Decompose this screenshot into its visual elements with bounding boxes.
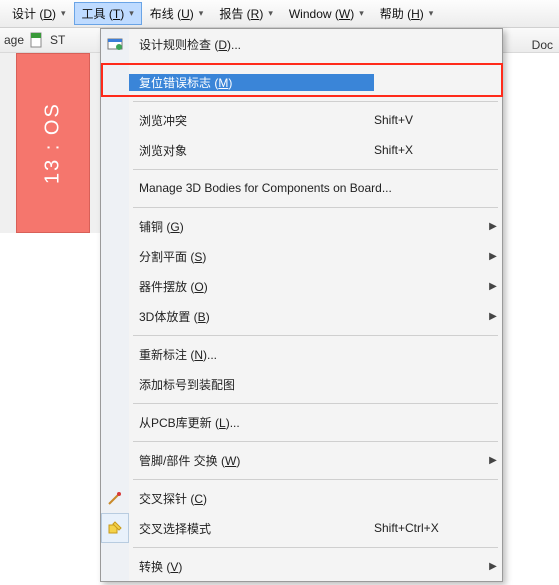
menu-help-label: 帮助 (H) xyxy=(380,5,424,22)
menu-shortcut: Shift+Ctrl+X xyxy=(374,521,484,535)
menu-item-cross-probe[interactable]: 交叉探针 (C) xyxy=(101,483,502,513)
menu-separator xyxy=(101,165,502,173)
caret-icon: ▾ xyxy=(268,8,273,19)
menu-tools-label: 工具 (T) xyxy=(82,5,125,22)
menu-shortcut: Shift+V xyxy=(374,113,484,127)
tab-doc[interactable]: Doc xyxy=(532,38,553,52)
menu-item-label: 分割平面 (S) xyxy=(139,248,206,265)
menu-item-label: 从PCB库更新 (L)... xyxy=(139,414,240,431)
menu-window-label: Window (W) xyxy=(289,7,354,21)
menu-window[interactable]: Window (W) ▾ xyxy=(281,4,372,24)
document-green-icon xyxy=(29,32,45,48)
menu-item-label: 转换 (V) xyxy=(139,558,182,575)
drc-icon xyxy=(101,29,129,59)
menu-separator xyxy=(101,59,502,67)
menu-shortcut: Shift+X xyxy=(374,143,484,157)
submenu-arrow-icon: ▶ xyxy=(484,281,502,292)
menu-design[interactable]: 设计 (D) ▾ xyxy=(4,2,74,25)
menu-item-label: 浏览对象 xyxy=(139,142,187,159)
cross-select-icon xyxy=(101,513,129,543)
menu-item-update-from-pcb-libs[interactable]: 从PCB库更新 (L)... xyxy=(101,407,502,437)
caret-icon: ▾ xyxy=(359,8,364,19)
menu-item-split-planes[interactable]: 分割平面 (S) ▶ xyxy=(101,241,502,271)
menu-item-reannotate[interactable]: 重新标注 (N)... xyxy=(101,339,502,369)
menu-item-label: 交叉探针 (C) xyxy=(139,490,207,507)
caret-icon: ▾ xyxy=(199,8,204,19)
menu-item-label: 添加标号到装配图 xyxy=(139,376,235,393)
menu-item-design-rule-check[interactable]: 设计规则检查 (D)... xyxy=(101,29,502,59)
menu-separator xyxy=(101,475,502,483)
submenu-arrow-icon: ▶ xyxy=(484,251,502,262)
menu-item-label: 设计规则检查 (D)... xyxy=(139,36,241,53)
menu-tools[interactable]: 工具 (T) ▾ xyxy=(74,2,142,25)
menu-route[interactable]: 布线 (U) ▾ xyxy=(142,2,212,25)
caret-icon: ▾ xyxy=(429,8,434,19)
menu-item-convert[interactable]: 转换 (V) ▶ xyxy=(101,551,502,581)
cross-probe-icon xyxy=(101,483,129,513)
tab-age[interactable]: age xyxy=(4,33,24,47)
menu-item-browse-objects[interactable]: 浏览对象 Shift+X xyxy=(101,135,502,165)
menu-item-cross-select-mode[interactable]: 交叉选择模式 Shift+Ctrl+X xyxy=(101,513,502,543)
menu-separator xyxy=(101,203,502,211)
menu-item-label: 器件摆放 (O) xyxy=(139,278,208,295)
menu-bar: 设计 (D) ▾ 工具 (T) ▾ 布线 (U) ▾ 报告 (R) ▾ Wind… xyxy=(0,0,559,28)
menu-item-label: 重新标注 (N)... xyxy=(139,346,217,363)
menu-item-label: 管脚/部件 交换 (W) xyxy=(139,452,240,469)
menu-separator xyxy=(101,331,502,339)
menu-report-label: 报告 (R) xyxy=(219,5,263,22)
menu-item-browse-violations[interactable]: 浏览冲突 Shift+V xyxy=(101,105,502,135)
menu-separator xyxy=(101,97,502,105)
submenu-arrow-icon: ▶ xyxy=(484,311,502,322)
caret-icon: ▾ xyxy=(129,8,134,19)
tab-st[interactable]: ST xyxy=(50,33,65,47)
tools-dropdown: 设计规则检查 (D)... 复位错误标志 (M) 浏览冲突 Shift+V 浏览… xyxy=(100,28,503,582)
menu-item-polygon-pours[interactable]: 铺铜 (G) ▶ xyxy=(101,211,502,241)
menu-item-add-designators[interactable]: 添加标号到装配图 xyxy=(101,369,502,399)
red-side-panel: 13 : OS xyxy=(16,53,90,233)
menu-item-component-placement[interactable]: 器件摆放 (O) ▶ xyxy=(101,271,502,301)
red-panel-text: 13 : OS xyxy=(42,102,65,184)
menu-item-label: 铺铜 (G) xyxy=(139,218,184,235)
menu-item-label: 复位错误标志 (M) xyxy=(139,74,232,91)
menu-item-label: 浏览冲突 xyxy=(139,112,187,129)
menu-item-label: 交叉选择模式 xyxy=(139,520,211,537)
submenu-arrow-icon: ▶ xyxy=(484,221,502,232)
menu-item-manage-3d-bodies[interactable]: Manage 3D Bodies for Components on Board… xyxy=(101,173,502,203)
submenu-arrow-icon: ▶ xyxy=(484,455,502,466)
menu-item-label: 3D体放置 (B) xyxy=(139,308,210,325)
menu-separator xyxy=(101,437,502,445)
menu-item-reset-error-markers[interactable]: 复位错误标志 (M) xyxy=(101,67,502,97)
menu-help[interactable]: 帮助 (H) ▾ xyxy=(372,2,442,25)
menu-separator xyxy=(101,543,502,551)
menu-item-pin-part-swap[interactable]: 管脚/部件 交换 (W) ▶ xyxy=(101,445,502,475)
menu-route-label: 布线 (U) xyxy=(150,5,194,22)
menu-item-3d-body-placement[interactable]: 3D体放置 (B) ▶ xyxy=(101,301,502,331)
menu-separator xyxy=(101,399,502,407)
caret-icon: ▾ xyxy=(61,8,66,19)
menu-report[interactable]: 报告 (R) ▾ xyxy=(211,2,281,25)
menu-design-label: 设计 (D) xyxy=(12,5,56,22)
document-area: 13 : OS xyxy=(0,53,100,233)
submenu-arrow-icon: ▶ xyxy=(484,561,502,572)
menu-item-label: Manage 3D Bodies for Components on Board… xyxy=(139,181,392,195)
